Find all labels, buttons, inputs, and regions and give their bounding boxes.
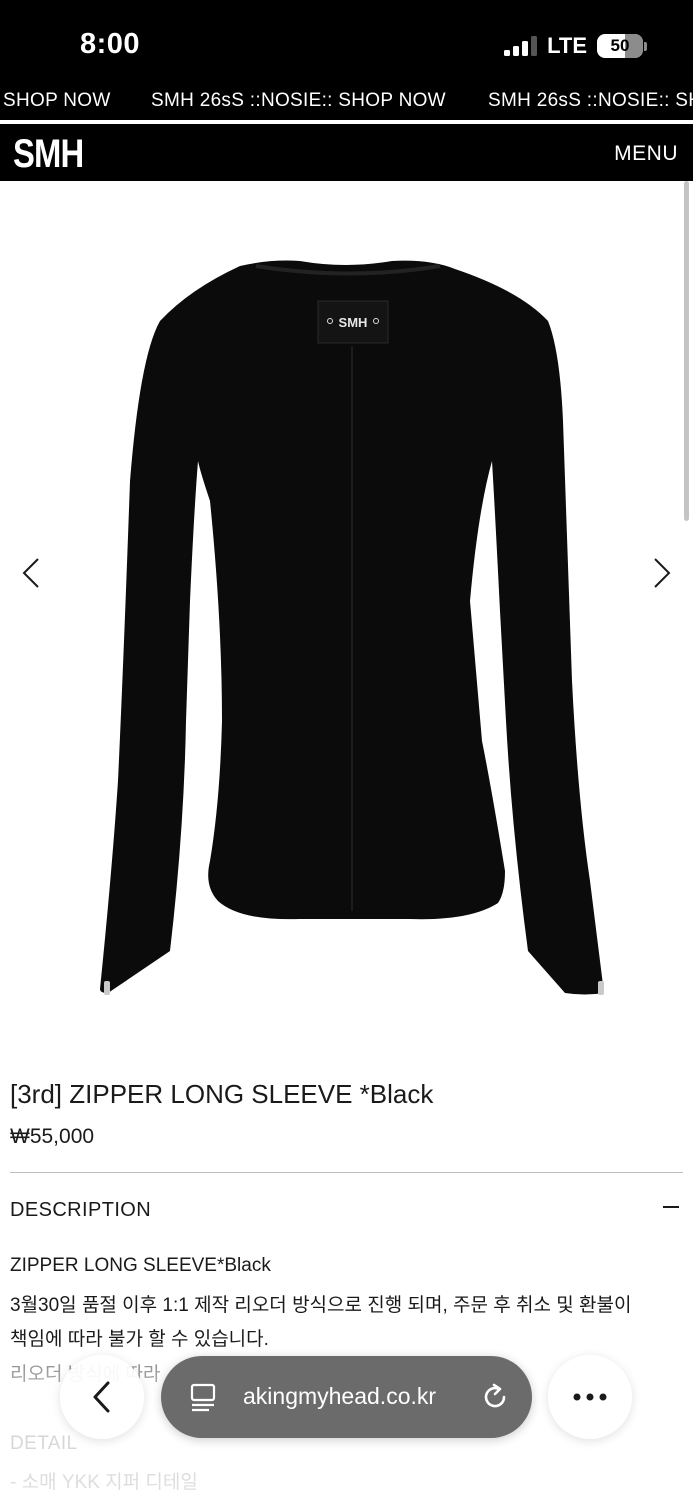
status-indicators: LTE 50 bbox=[504, 33, 647, 59]
address-bar[interactable]: akingmyhead.co.kr bbox=[161, 1356, 532, 1438]
chevron-right-icon[interactable] bbox=[643, 553, 683, 593]
url-text[interactable]: akingmyhead.co.kr bbox=[243, 1383, 453, 1410]
product-price: ₩55,000 bbox=[10, 1125, 95, 1148]
more-button[interactable] bbox=[548, 1355, 632, 1439]
site-logo[interactable]: SMH bbox=[13, 132, 84, 177]
product-image-carousel[interactable]: SMH bbox=[0, 181, 693, 1041]
divider bbox=[10, 1172, 683, 1173]
collapse-icon[interactable] bbox=[663, 1206, 679, 1208]
reader-mode-icon[interactable] bbox=[189, 1382, 219, 1417]
product-title: [3rd] ZIPPER LONG SLEEVE *Black bbox=[10, 1079, 434, 1109]
promo-marquee[interactable]: SHOP NOW SMH 26sS ::NOSIE:: SHOP NOW SMH… bbox=[0, 88, 693, 120]
description-line: 책임에 따라 불가 할 수 있습니다. bbox=[10, 1329, 269, 1350]
product-photo: SMH bbox=[100, 260, 604, 995]
marquee-item[interactable]: SHOP NOW bbox=[3, 88, 111, 114]
status-time: 8:00 bbox=[80, 28, 141, 60]
menu-button[interactable]: MENU bbox=[614, 142, 678, 166]
more-dots-icon bbox=[573, 1393, 607, 1401]
site-header: SMH MENU bbox=[0, 122, 693, 181]
battery-level: 50 bbox=[610, 36, 630, 55]
reload-icon[interactable] bbox=[479, 1381, 511, 1418]
description-line: 3월30일 품절 이후 1:1 제작 리오더 방식으로 진행 되며, 주문 후 … bbox=[10, 1295, 632, 1316]
network-label: LTE bbox=[547, 33, 587, 58]
status-bar: 8:00 LTE 50 bbox=[0, 0, 693, 88]
back-arrow-icon bbox=[93, 1381, 110, 1413]
detail-line: - 소매 YKK 지퍼 디테일 bbox=[10, 1472, 198, 1493]
detail-header: DETAIL bbox=[10, 1433, 78, 1454]
marquee-item[interactable]: SMH 26sS ::NOSIE:: SHOP NOW bbox=[151, 88, 446, 114]
back-button[interactable] bbox=[60, 1355, 144, 1439]
description-line: ZIPPER LONG SLEEVE*Black bbox=[10, 1255, 271, 1276]
marquee-item[interactable]: SMH 26sS ::NOSIE:: SH bbox=[488, 88, 693, 114]
page-scrollbar[interactable] bbox=[684, 181, 689, 521]
signal-icon bbox=[504, 36, 538, 56]
description-toggle[interactable]: DESCRIPTION bbox=[10, 1199, 151, 1222]
chevron-left-icon[interactable] bbox=[12, 553, 52, 593]
battery-icon: 50 bbox=[597, 34, 647, 58]
shirt-label-text: SMH bbox=[339, 315, 368, 330]
